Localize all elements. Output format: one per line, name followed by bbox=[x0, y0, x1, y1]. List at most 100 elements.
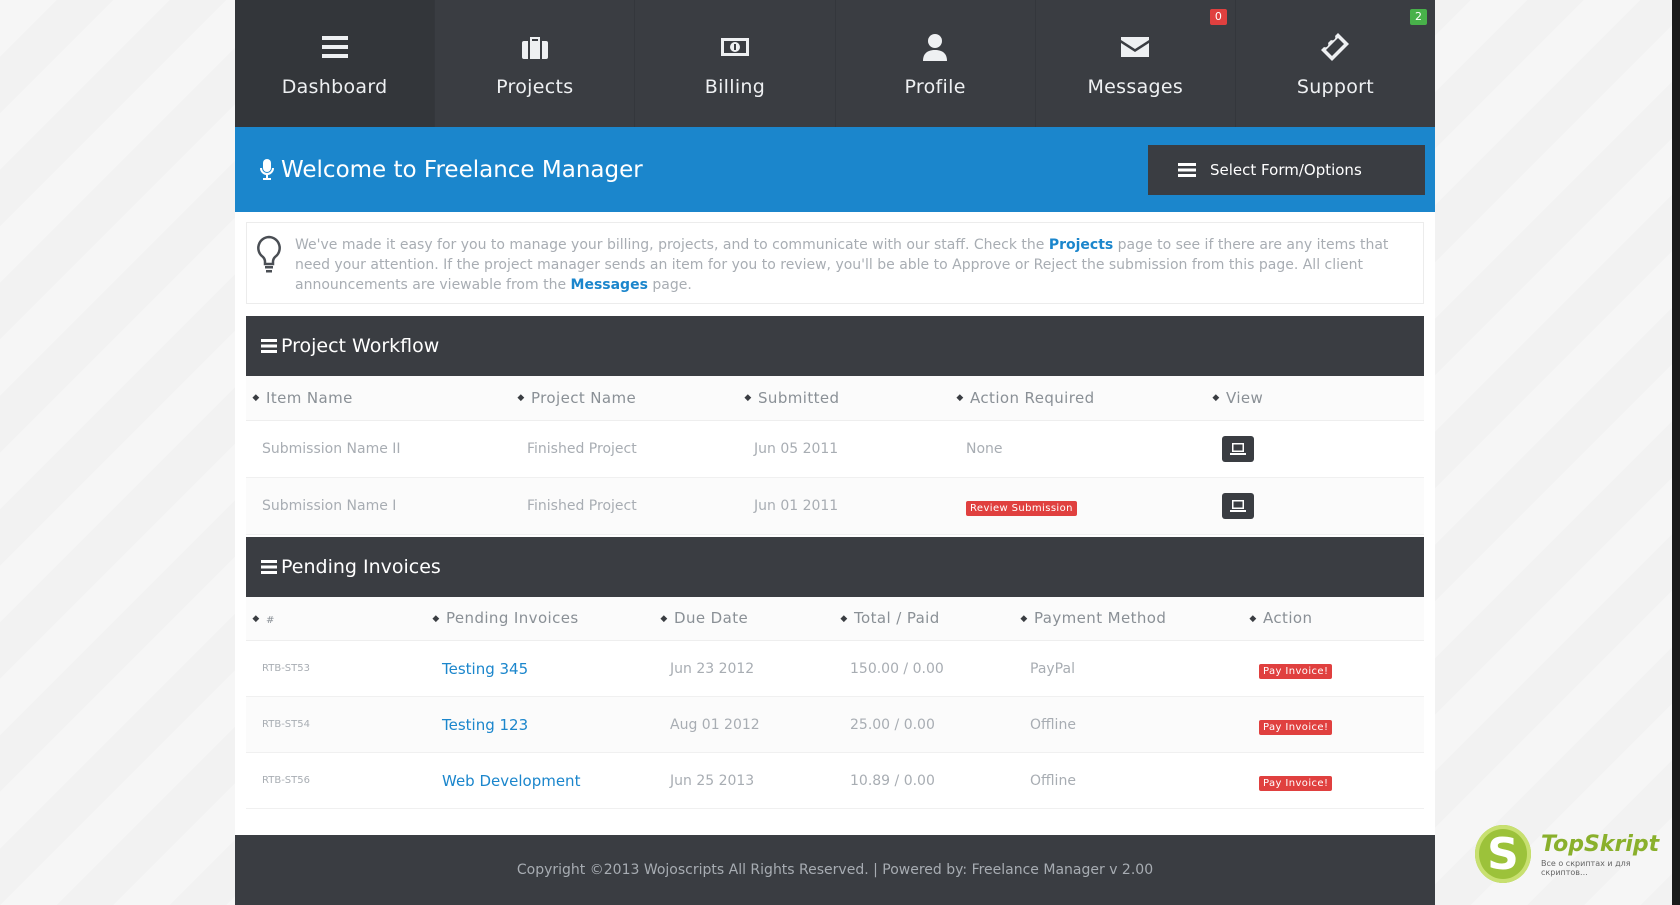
sort-icon[interactable]: ◆ bbox=[1206, 393, 1226, 403]
total-paid-cell: 10.89 / 0.00 bbox=[834, 752, 1014, 809]
column-header-item-name[interactable]: ◆ Item Name bbox=[246, 376, 511, 421]
sort-icon[interactable]: ◆ bbox=[1243, 614, 1263, 624]
project-name-cell: Finished Project bbox=[511, 420, 738, 478]
ticket-icon bbox=[1318, 30, 1352, 64]
invoice-id-cell: RTB-ST54 bbox=[246, 696, 426, 753]
column-header-number[interactable]: ◆ # bbox=[246, 596, 426, 641]
due-date-cell: Aug 01 2012 bbox=[654, 696, 834, 753]
column-label: Submitted bbox=[758, 388, 840, 407]
review-submission-label[interactable]: Review Submission bbox=[966, 501, 1077, 516]
welcome-banner: Welcome to Freelance Manager Select Form… bbox=[235, 127, 1435, 212]
column-header-due-date[interactable]: ◆ Due Date bbox=[654, 596, 834, 641]
column-header-action-required[interactable]: ◆ Action Required bbox=[950, 376, 1206, 421]
payment-method-cell: Offline bbox=[1014, 696, 1243, 753]
column-header-action[interactable]: ◆ Action bbox=[1243, 596, 1424, 641]
top-navigation: Dashboard Projects Billing Profile Messa… bbox=[235, 0, 1435, 127]
pay-invoice-button[interactable]: Pay Invoice! bbox=[1259, 664, 1333, 679]
watermark-subtitle: Все о скриптах и для скриптов... bbox=[1541, 858, 1631, 877]
pending-invoices-panel: Pending Invoices ◆ # ◆ Pending Invoices ◆ D… bbox=[246, 536, 1424, 809]
column-label: Due Date bbox=[674, 609, 749, 628]
column-label: Payment Method bbox=[1034, 609, 1167, 628]
column-label: # bbox=[266, 615, 275, 627]
sort-icon[interactable]: ◆ bbox=[834, 614, 854, 624]
nav-item-billing[interactable]: Billing bbox=[635, 0, 836, 127]
watermark-name: TopSkript bbox=[1541, 831, 1660, 857]
action-cell: Pay Invoice! bbox=[1243, 696, 1424, 753]
column-header-pending-invoices[interactable]: ◆ Pending Invoices bbox=[426, 596, 654, 641]
watermark-logo-letter: S bbox=[1487, 828, 1519, 880]
submitted-cell: Jun 05 2011 bbox=[738, 420, 950, 478]
view-cell bbox=[1206, 477, 1424, 535]
list-icon bbox=[261, 339, 277, 353]
info-text: page. bbox=[647, 277, 692, 293]
invoice-link[interactable]: Testing 123 bbox=[442, 716, 528, 734]
laptop-icon bbox=[1230, 499, 1246, 512]
pay-invoice-button[interactable]: Pay Invoice! bbox=[1259, 720, 1333, 735]
sort-icon[interactable]: ◆ bbox=[1014, 614, 1034, 624]
footer-copyright: Copyright ©2013 Wojoscripts All Rights R… bbox=[516, 862, 1154, 878]
view-button[interactable] bbox=[1222, 492, 1254, 519]
view-button[interactable] bbox=[1222, 435, 1254, 462]
nav-item-profile[interactable]: Profile bbox=[836, 0, 1036, 127]
sort-icon[interactable]: ◆ bbox=[426, 614, 446, 624]
microphone-icon bbox=[259, 158, 275, 180]
invoice-id-cell: RTB-ST56 bbox=[246, 752, 426, 809]
invoice-link[interactable]: Testing 345 bbox=[442, 660, 528, 678]
topskript-watermark: S TopSkript Все о скриптах и для скрипто… bbox=[1475, 808, 1675, 900]
nav-item-dashboard[interactable]: Dashboard bbox=[235, 0, 436, 127]
column-label: Project Name bbox=[531, 388, 637, 407]
panel-header: Pending Invoices bbox=[246, 536, 1424, 597]
money-icon bbox=[718, 30, 752, 64]
app-container: Dashboard Projects Billing Profile Messa… bbox=[235, 0, 1435, 905]
column-label: Pending Invoices bbox=[446, 609, 579, 628]
table-row: RTB-ST54 Testing 123 Aug 01 2012 25.00 /… bbox=[246, 696, 1424, 753]
user-icon bbox=[918, 30, 952, 64]
projects-link[interactable]: Projects bbox=[1049, 237, 1113, 253]
invoices-table: ◆ # ◆ Pending Invoices ◆ Due Date ◆ Total / … bbox=[246, 596, 1424, 809]
nav-label: Support bbox=[1296, 75, 1375, 98]
messages-link[interactable]: Messages bbox=[571, 277, 648, 293]
project-workflow-panel: Project Workflow ◆ Item Name ◆ Project Nam… bbox=[246, 316, 1424, 535]
action-required-cell: Review Submission bbox=[950, 477, 1206, 535]
nav-label: Billing bbox=[704, 75, 766, 98]
due-date-cell: Jun 25 2013 bbox=[654, 752, 834, 809]
table-row: RTB-ST56 Web Development Jun 25 2013 10.… bbox=[246, 752, 1424, 809]
sort-icon[interactable]: ◆ bbox=[246, 614, 266, 624]
table-row: Submission Name II Finished Project Jun … bbox=[246, 420, 1424, 478]
invoice-name-cell: Testing 345 bbox=[426, 640, 654, 697]
nav-label: Messages bbox=[1087, 75, 1184, 98]
column-label: Action Required bbox=[970, 388, 1095, 407]
sort-icon[interactable]: ◆ bbox=[738, 393, 758, 403]
total-paid-cell: 150.00 / 0.00 bbox=[834, 640, 1014, 697]
nav-item-projects[interactable]: Projects bbox=[435, 0, 636, 127]
sort-icon[interactable]: ◆ bbox=[511, 393, 531, 403]
column-header-view[interactable]: ◆ View bbox=[1206, 376, 1424, 421]
select-form-options-label: Select Form/Options bbox=[1210, 160, 1362, 179]
page-title-text: Welcome to Freelance Manager bbox=[281, 156, 643, 183]
envelope-icon bbox=[1118, 30, 1152, 64]
item-name-cell: Submission Name I bbox=[246, 477, 511, 535]
nav-item-support[interactable]: Support 2 bbox=[1236, 0, 1435, 127]
column-header-project-name[interactable]: ◆ Project Name bbox=[511, 376, 738, 421]
column-header-payment-method[interactable]: ◆ Payment Method bbox=[1014, 596, 1243, 641]
column-header-total-paid[interactable]: ◆ Total / Paid bbox=[834, 596, 1014, 641]
list-icon bbox=[261, 559, 277, 574]
watermark-logo: S bbox=[1475, 825, 1532, 883]
column-header-submitted[interactable]: ◆ Submitted bbox=[738, 376, 950, 421]
view-cell bbox=[1206, 420, 1424, 478]
panel-header: Project Workflow bbox=[246, 316, 1424, 376]
messages-count-badge: 0 bbox=[1209, 9, 1227, 25]
briefcase-icon bbox=[518, 30, 552, 64]
invoice-link[interactable]: Web Development bbox=[442, 772, 580, 790]
sort-icon[interactable]: ◆ bbox=[246, 393, 266, 403]
select-form-options-button[interactable]: Select Form/Options bbox=[1148, 144, 1425, 195]
watermark-text: TopSkript Все о скриптах и для скриптов.… bbox=[1541, 832, 1675, 877]
sort-icon[interactable]: ◆ bbox=[950, 393, 970, 403]
sort-icon[interactable]: ◆ bbox=[654, 614, 674, 624]
support-count-badge: 2 bbox=[1410, 9, 1428, 25]
pay-invoice-button[interactable]: Pay Invoice! bbox=[1259, 776, 1333, 791]
payment-method-cell: Offline bbox=[1014, 752, 1243, 809]
nav-label: Profile bbox=[904, 75, 966, 98]
nav-item-messages[interactable]: Messages 0 bbox=[1036, 0, 1236, 127]
window-scrollbar[interactable] bbox=[1672, 0, 1680, 905]
